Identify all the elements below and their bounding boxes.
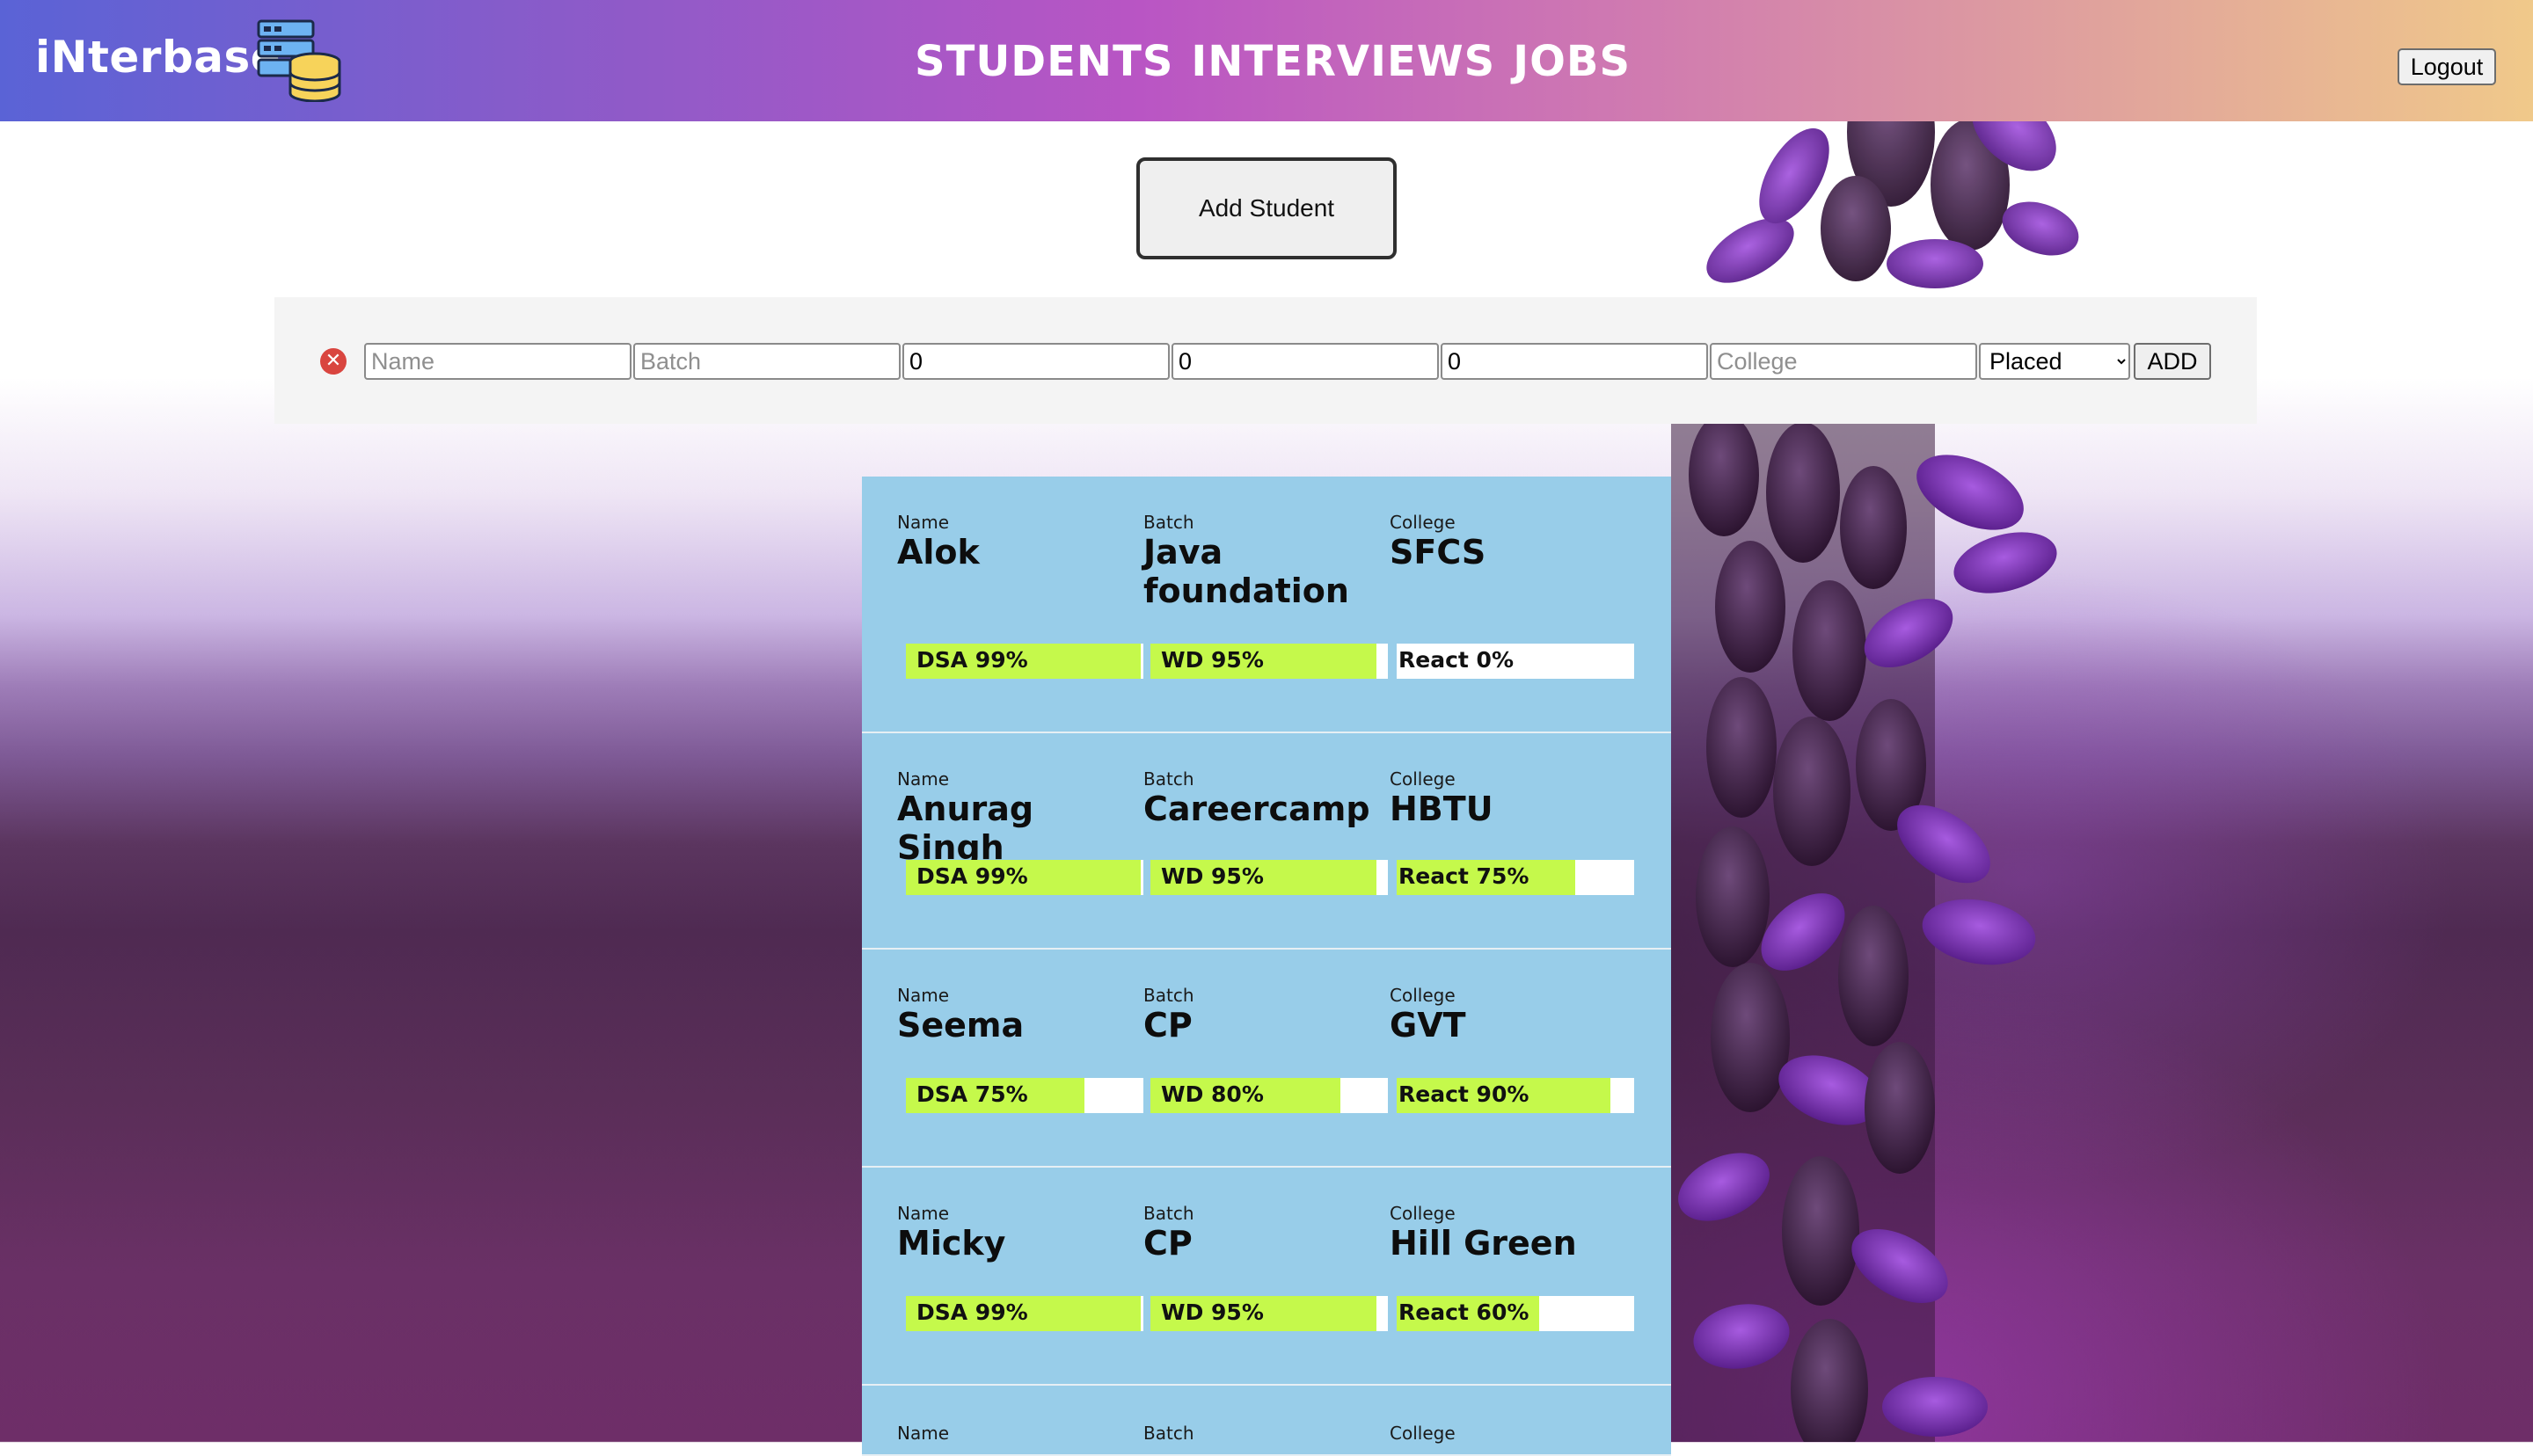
wd-score-input[interactable] — [1172, 343, 1439, 380]
react-progress-bar: React 0% — [1397, 644, 1634, 679]
top-navbar: iNterbase STUDENTS INTERVIEWS JOBS Logou… — [0, 0, 2533, 121]
dsa-progress-bar: DSA 99% — [906, 1296, 1143, 1331]
name-label: Name — [897, 1423, 950, 1444]
nav-interviews[interactable]: INTERVIEWS — [1191, 37, 1495, 86]
name-column: Name Micky — [897, 1203, 1135, 1263]
student-batch: Careercamp — [1143, 790, 1370, 828]
batch-column: Batch Java foundation — [1143, 512, 1381, 610]
student-name: Micky — [897, 1224, 1006, 1263]
wd-progress-bar: WD 95% — [1150, 860, 1388, 895]
college-label: College — [1390, 512, 1456, 533]
main-nav: STUDENTS INTERVIEWS JOBS — [915, 37, 1631, 86]
student-batch: CP — [1143, 1224, 1193, 1263]
name-input[interactable] — [364, 343, 631, 380]
student-name: Anurag Singh — [897, 790, 1034, 867]
batch-label: Batch — [1143, 1203, 1194, 1224]
college-input[interactable] — [1710, 343, 1977, 380]
college-column: College — [1390, 1423, 1627, 1444]
progress-label: React 90% — [1398, 1081, 1529, 1107]
progress-label: React 75% — [1398, 863, 1529, 889]
progress-label: React 0% — [1398, 647, 1514, 673]
name-label: Name — [897, 985, 950, 1006]
student-batch: CP — [1143, 1006, 1193, 1045]
name-column: Name — [897, 1423, 1135, 1444]
batch-label: Batch — [1143, 1423, 1194, 1444]
progress-label: WD 95% — [1161, 647, 1264, 673]
react-progress-bar: React 90% — [1397, 1078, 1634, 1113]
react-score-input[interactable] — [1441, 343, 1708, 380]
batch-column: Batch CP — [1143, 985, 1381, 1045]
progress-label: DSA 99% — [916, 863, 1028, 889]
progress-label: WD 80% — [1161, 1081, 1264, 1107]
name-column: Name Anurag Singh — [897, 768, 1135, 867]
batch-column: Batch — [1143, 1423, 1381, 1444]
batch-label: Batch — [1143, 985, 1194, 1006]
placement-status-select[interactable]: Placed — [1979, 343, 2130, 380]
react-progress-bar: React 60% — [1397, 1296, 1634, 1331]
progress-label: React 60% — [1398, 1299, 1529, 1325]
name-label: Name — [897, 1203, 950, 1224]
add-student-form: ✕ Placed ADD — [274, 297, 2257, 424]
batch-input[interactable] — [633, 343, 901, 380]
react-progress-bar: React 75% — [1397, 860, 1634, 895]
dsa-progress-bar: DSA 99% — [906, 644, 1143, 679]
nav-students[interactable]: STUDENTS — [915, 37, 1173, 86]
name-label: Name — [897, 768, 950, 790]
logout-button[interactable]: Logout — [2398, 48, 2496, 85]
student-name: Alok — [897, 533, 980, 571]
batch-label: Batch — [1143, 768, 1194, 790]
batch-label: Batch — [1143, 512, 1194, 533]
student-card: Name Seema Batch CP College GVT DSA 75% … — [862, 950, 1671, 1168]
progress-label: DSA 99% — [916, 1299, 1028, 1325]
name-label: Name — [897, 512, 950, 533]
dsa-score-input[interactable] — [902, 343, 1170, 380]
wd-progress-bar: WD 95% — [1150, 1296, 1388, 1331]
dsa-progress-bar: DSA 99% — [906, 860, 1143, 895]
progress-label: DSA 99% — [916, 647, 1028, 673]
student-card: Name Batch College — [862, 1386, 1671, 1456]
batch-column: Batch CP — [1143, 1203, 1381, 1263]
student-batch: Java foundation — [1143, 533, 1349, 610]
college-column: College GVT — [1390, 985, 1627, 1045]
student-name: Seema — [897, 1006, 1025, 1045]
college-label: College — [1390, 985, 1456, 1006]
add-button[interactable]: ADD — [2134, 343, 2211, 380]
wd-progress-bar: WD 80% — [1150, 1078, 1388, 1113]
dsa-progress-bar: DSA 75% — [906, 1078, 1143, 1113]
college-label: College — [1390, 1423, 1456, 1444]
student-college: SFCS — [1390, 533, 1486, 571]
name-column: Name Alok — [897, 512, 1135, 571]
close-icon[interactable]: ✕ — [320, 348, 347, 375]
student-college: GVT — [1390, 1006, 1466, 1045]
progress-label: WD 95% — [1161, 1299, 1264, 1325]
college-label: College — [1390, 1203, 1456, 1224]
progress-label: WD 95% — [1161, 863, 1264, 889]
wd-progress-bar: WD 95% — [1150, 644, 1388, 679]
student-list: Name Alok Batch Java foundation College … — [862, 477, 1671, 1456]
student-college: HBTU — [1390, 790, 1493, 828]
college-column: College SFCS — [1390, 512, 1627, 571]
nav-jobs[interactable]: JOBS — [1513, 37, 1631, 86]
college-column: College Hill Green — [1390, 1203, 1627, 1263]
college-label: College — [1390, 768, 1456, 790]
progress-label: DSA 75% — [916, 1081, 1028, 1107]
college-column: College HBTU — [1390, 768, 1627, 828]
student-card: Name Alok Batch Java foundation College … — [862, 477, 1671, 733]
add-student-button[interactable]: Add Student — [1136, 157, 1397, 259]
name-column: Name Seema — [897, 985, 1135, 1045]
brand-title: iNterbase — [35, 32, 281, 83]
database-server-icon — [257, 19, 341, 102]
student-card: Name Anurag Singh Batch Careercamp Colle… — [862, 733, 1671, 950]
student-college: Hill Green — [1390, 1224, 1577, 1263]
student-card: Name Micky Batch CP College Hill Green D… — [862, 1168, 1671, 1386]
batch-column: Batch Careercamp — [1143, 768, 1381, 828]
